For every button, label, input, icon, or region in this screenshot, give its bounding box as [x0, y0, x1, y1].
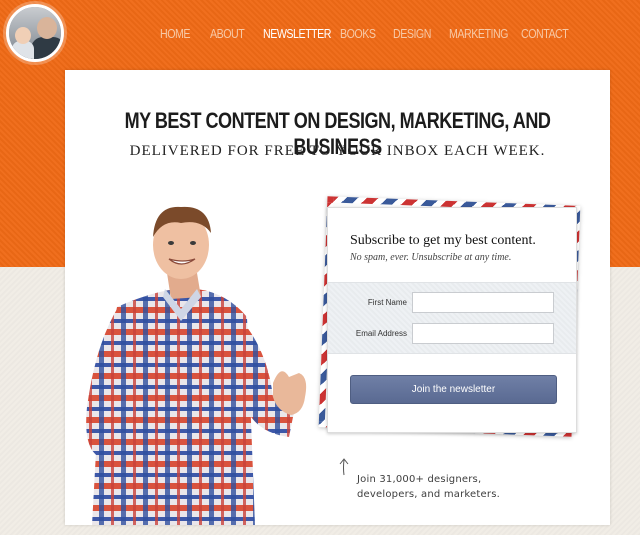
- join-newsletter-button[interactable]: Join the newsletter: [350, 375, 557, 404]
- form-fields-area: First Name Email Address: [328, 282, 576, 354]
- social-proof: Join 31,000+ designers, developers, and …: [357, 472, 557, 502]
- author-photo: [86, 206, 307, 525]
- nav-books[interactable]: BOOKS: [340, 26, 376, 41]
- content-card: MY BEST CONTENT ON DESIGN, MARKETING, AN…: [65, 70, 610, 525]
- signup-form: Subscribe to get my best content. No spa…: [327, 207, 577, 433]
- nav-design[interactable]: DESIGN: [393, 26, 431, 41]
- nav-newsletter[interactable]: NEWSLETTER: [263, 26, 331, 41]
- nav-home[interactable]: HOME: [160, 26, 191, 41]
- nav-about[interactable]: ABOUT: [210, 26, 245, 41]
- page-subheadline: DELIVERED FOR FREE TO YOUR INBOX EACH WE…: [129, 143, 546, 159]
- main-nav: HOME ABOUT NEWSLETTER BOOKS DESIGN MARKE…: [0, 26, 640, 46]
- nav-contact[interactable]: CONTACT: [521, 26, 569, 41]
- up-arrow-icon: [339, 458, 349, 476]
- nav-marketing[interactable]: MARKETING: [449, 26, 508, 41]
- email-label: Email Address: [355, 329, 407, 338]
- first-name-input[interactable]: [412, 292, 554, 313]
- social-proof-line: Join 31,000+ designers,: [357, 474, 482, 485]
- email-input[interactable]: [412, 323, 554, 344]
- signup-note: No spam, ever. Unsubscribe at any time.: [350, 252, 512, 263]
- signup-title: Subscribe to get my best content.: [350, 233, 536, 248]
- social-proof-line: developers, and marketers.: [357, 489, 500, 500]
- first-name-label: First Name: [367, 298, 407, 307]
